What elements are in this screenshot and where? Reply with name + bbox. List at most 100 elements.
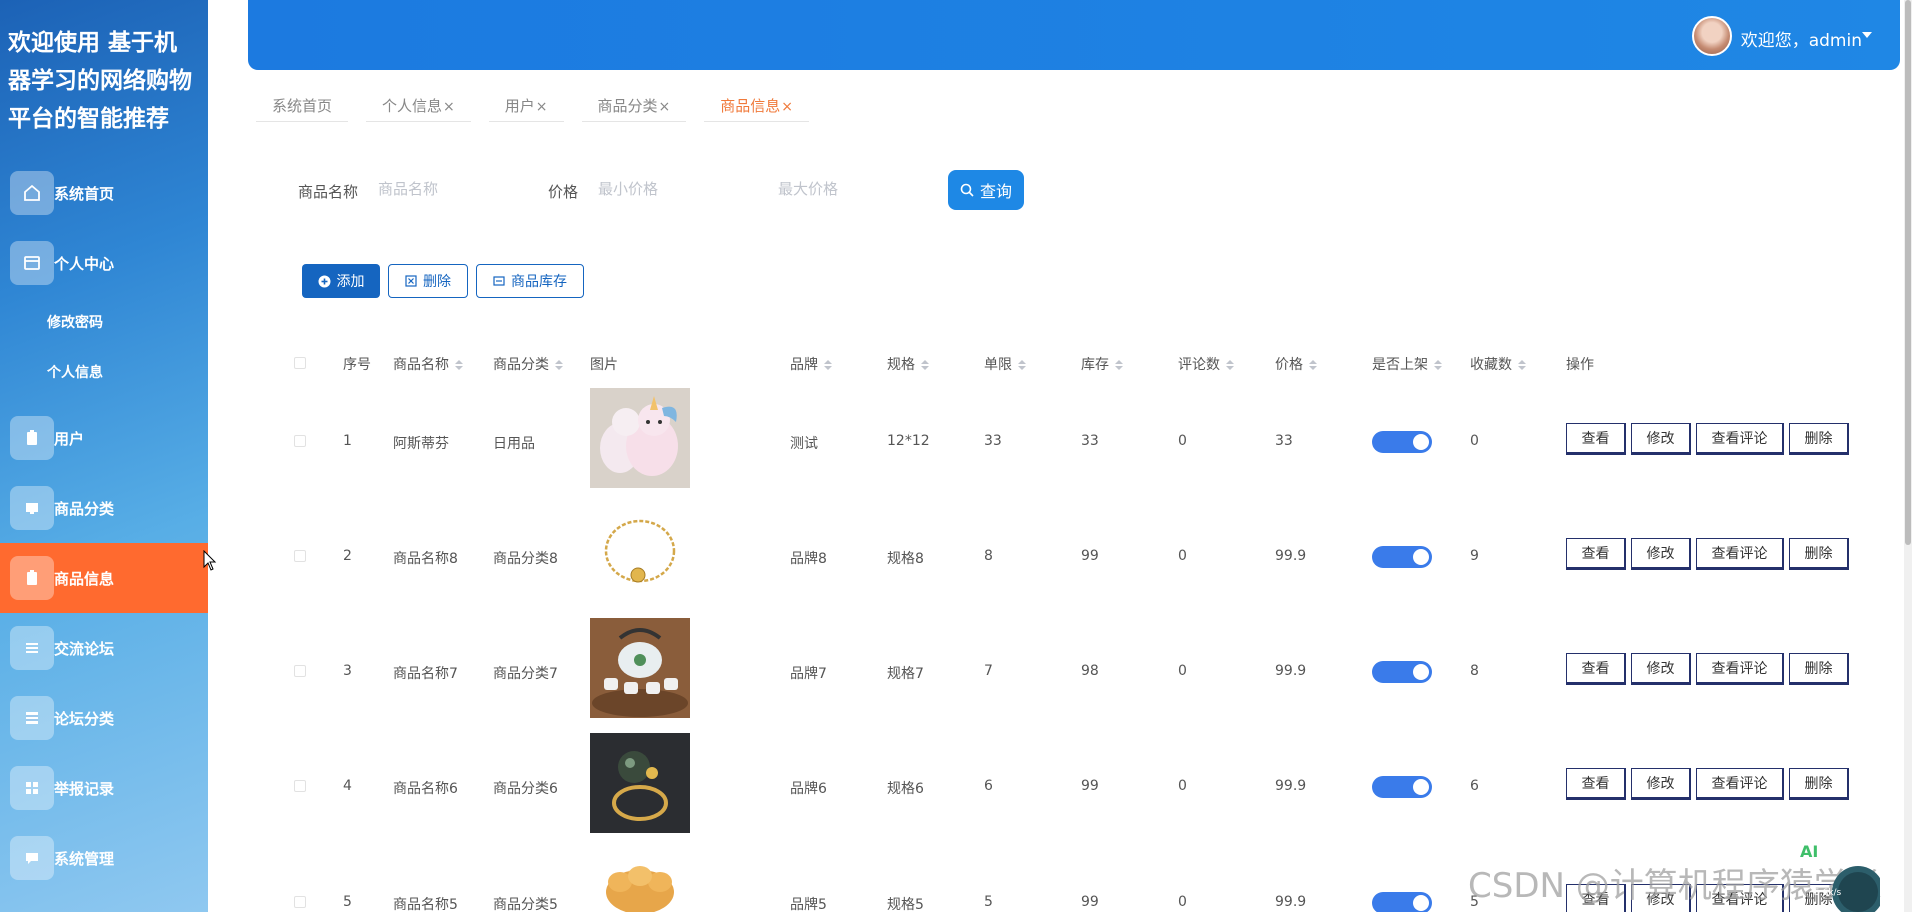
column-header-label: 是否上架: [1372, 357, 1428, 373]
sidebar-subitem-change-password[interactable]: 修改密码: [47, 312, 103, 332]
row-checkbox[interactable]: [294, 550, 306, 562]
cell-stock: 98: [1081, 663, 1099, 679]
product-image: [590, 388, 690, 488]
column-header-limit[interactable]: 单限: [984, 354, 1026, 374]
row-delete-button[interactable]: 删除: [1789, 423, 1849, 455]
sidebar-subitem-personal-info[interactable]: 个人信息: [47, 362, 103, 382]
listed-toggle[interactable]: [1372, 431, 1432, 453]
edit-button[interactable]: 修改: [1631, 538, 1691, 570]
product-name-input[interactable]: [378, 174, 538, 204]
column-header-price[interactable]: 价格: [1275, 354, 1317, 374]
delete-button[interactable]: 删除: [388, 264, 468, 298]
query-button-label: 查询: [979, 182, 1012, 201]
column-header-favorites[interactable]: 收藏数: [1470, 354, 1526, 374]
close-icon[interactable]: ×: [781, 99, 793, 115]
monitor-icon: [10, 486, 54, 530]
sidebar-item-product-info[interactable]: 商品信息: [0, 543, 208, 613]
close-icon[interactable]: ×: [536, 99, 548, 115]
avatar[interactable]: [1692, 16, 1732, 56]
row-checkbox[interactable]: [294, 896, 306, 908]
edit-button[interactable]: 修改: [1631, 423, 1691, 455]
column-header-brand[interactable]: 品牌: [790, 354, 832, 374]
tab-label: 个人信息: [382, 97, 443, 115]
sidebar-item-product-category[interactable]: 商品分类: [0, 473, 208, 543]
view-comments-button[interactable]: 查看评论: [1696, 538, 1784, 570]
chevron-down-icon[interactable]: [1862, 32, 1872, 38]
view-comments-button[interactable]: 查看评论: [1696, 768, 1784, 800]
cell-category: 日用品: [493, 436, 535, 452]
sort-icon[interactable]: [1309, 360, 1317, 370]
listed-toggle[interactable]: [1372, 661, 1432, 683]
sidebar-item-forum[interactable]: 交流论坛: [0, 613, 208, 683]
sort-icon[interactable]: [1226, 360, 1234, 370]
tab-home[interactable]: 系统首页: [256, 96, 349, 122]
column-header-spec[interactable]: 规格: [887, 354, 929, 374]
column-header-comments[interactable]: 评论数: [1178, 354, 1234, 374]
tab-product-info[interactable]: 商品信息×: [704, 96, 810, 122]
cell-spec: 规格8: [887, 551, 924, 567]
sort-icon[interactable]: [1518, 360, 1526, 370]
edit-button[interactable]: 修改: [1631, 653, 1691, 685]
cell-comments: 0: [1178, 663, 1187, 679]
sidebar-item-personal-center[interactable]: 个人中心: [0, 228, 208, 298]
row-checkbox[interactable]: [294, 435, 306, 447]
sidebar-item-users[interactable]: 用户: [0, 403, 208, 473]
sidebar-item-label: 商品分类: [54, 499, 115, 518]
close-icon[interactable]: ×: [443, 99, 455, 115]
sort-icon[interactable]: [1115, 360, 1123, 370]
row-delete-button[interactable]: 删除: [1789, 653, 1849, 685]
cell-stock: 33: [1081, 433, 1099, 449]
scrollbar-thumb[interactable]: [1905, 0, 1911, 545]
vertical-scrollbar[interactable]: [1904, 0, 1912, 912]
column-header-index: 序号: [343, 357, 371, 373]
view-comments-button[interactable]: 查看评论: [1696, 653, 1784, 685]
sort-icon[interactable]: [1018, 360, 1026, 370]
sidebar-item-forum-category[interactable]: 论坛分类: [0, 683, 208, 753]
sort-icon[interactable]: [1434, 360, 1442, 370]
column-header-listed[interactable]: 是否上架: [1372, 354, 1442, 374]
view-button[interactable]: 查看: [1566, 653, 1626, 685]
plus-circle-icon: [318, 275, 330, 287]
sidebar-item-home[interactable]: 系统首页: [0, 158, 208, 228]
cell-favorites: 8: [1470, 663, 1479, 679]
welcome-user-menu[interactable]: 欢迎您，admin: [1741, 26, 1862, 51]
listed-toggle[interactable]: [1372, 892, 1432, 912]
sidebar-item-system-management[interactable]: 系统管理: [0, 823, 208, 893]
cell-spec: 12*12: [887, 433, 930, 449]
row-delete-button[interactable]: 删除: [1789, 768, 1849, 800]
query-button[interactable]: 查询: [948, 170, 1024, 210]
ai-badge[interactable]: AI 5.6k/s: [1800, 842, 1884, 912]
listed-toggle[interactable]: [1372, 776, 1432, 798]
close-icon[interactable]: ×: [659, 99, 671, 115]
row-checkbox[interactable]: [294, 780, 306, 792]
select-all-checkbox[interactable]: [294, 357, 306, 369]
tab-personal-info[interactable]: 个人信息×: [366, 96, 471, 122]
edit-button[interactable]: 修改: [1631, 768, 1691, 800]
row-delete-button[interactable]: 删除: [1789, 538, 1849, 570]
view-button[interactable]: 查看: [1566, 538, 1626, 570]
row-checkbox[interactable]: [294, 665, 306, 677]
view-button[interactable]: 查看: [1566, 423, 1626, 455]
sort-icon[interactable]: [455, 360, 463, 370]
cell-price: 99.9: [1275, 894, 1307, 910]
column-header-label: 商品分类: [493, 357, 549, 373]
max-price-input[interactable]: [778, 174, 938, 204]
column-header-stock[interactable]: 库存: [1081, 354, 1123, 374]
tab-users[interactable]: 用户×: [488, 96, 564, 122]
sort-icon[interactable]: [555, 360, 563, 370]
sidebar-item-report-records[interactable]: 举报记录: [0, 753, 208, 823]
column-header-category[interactable]: 商品分类: [493, 354, 563, 374]
listed-toggle[interactable]: [1372, 546, 1432, 568]
stock-button[interactable]: 商品库存: [476, 264, 584, 298]
tab-product-category[interactable]: 商品分类×: [581, 96, 687, 122]
sort-icon[interactable]: [921, 360, 929, 370]
view-button[interactable]: 查看: [1566, 768, 1626, 800]
column-header-name[interactable]: 商品名称: [393, 354, 463, 374]
min-price-input[interactable]: [598, 174, 758, 204]
view-comments-button[interactable]: 查看评论: [1696, 423, 1784, 455]
cell-brand: 品牌7: [790, 666, 827, 682]
cell-name: 商品名称6: [393, 781, 458, 797]
add-button[interactable]: 添加: [302, 264, 380, 298]
sort-icon[interactable]: [824, 360, 832, 370]
tab-label: 商品信息: [720, 97, 781, 115]
